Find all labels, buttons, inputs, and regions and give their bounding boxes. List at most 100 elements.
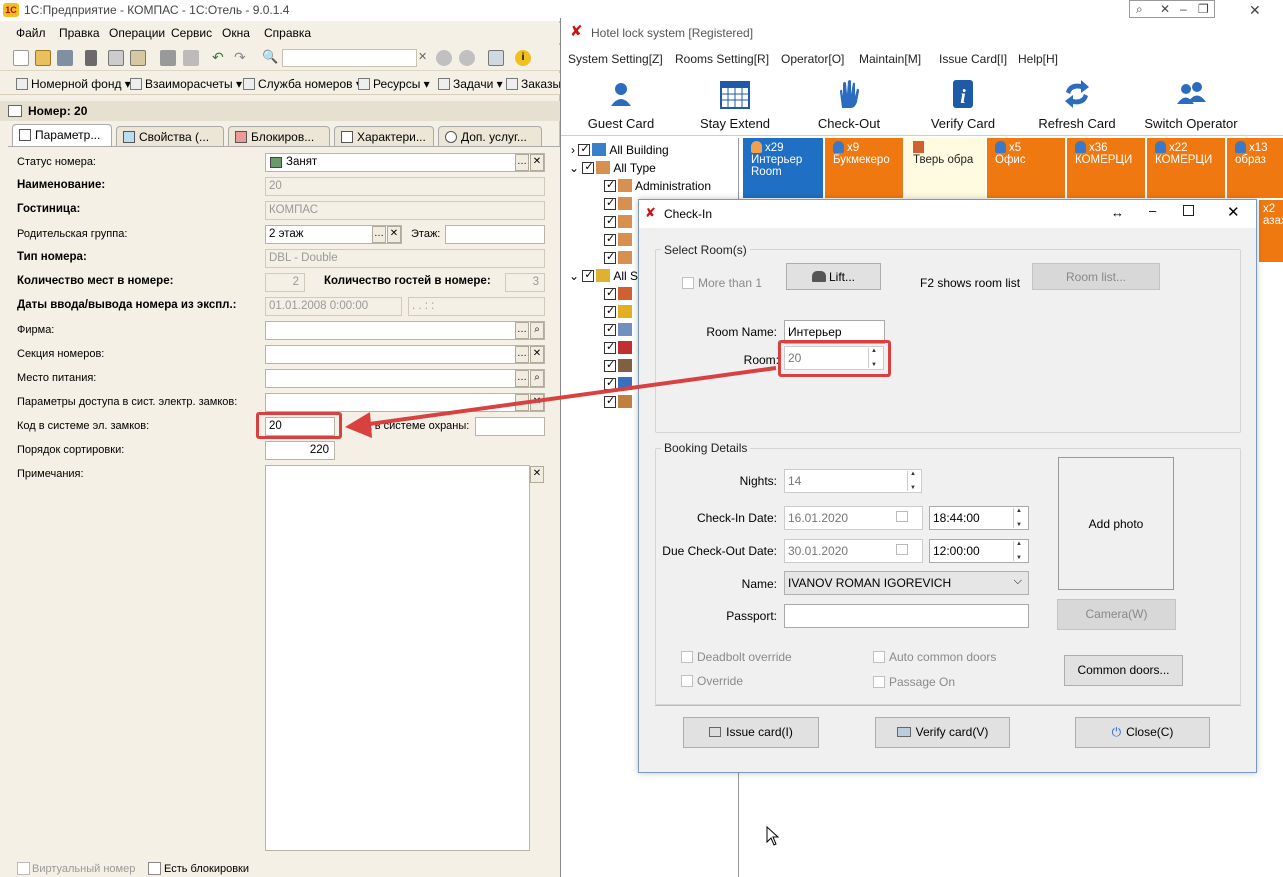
room-tile[interactable]: Тверь обра (905, 138, 985, 198)
date-to-field[interactable]: . . : : (408, 297, 545, 316)
toolbar-search-input[interactable] (282, 49, 417, 67)
add-photo-box[interactable]: Add photo (1058, 457, 1174, 590)
beds-field[interactable]: 2 (265, 273, 305, 292)
tree-status-item[interactable] (604, 304, 635, 319)
guest-name-select[interactable]: IVANOV ROMAN IGOREVICH ⌵ (784, 571, 1029, 595)
print-icon[interactable] (160, 50, 176, 66)
menu-help[interactable]: Help[H] (1018, 52, 1058, 66)
tree-type-item[interactable] (604, 250, 635, 265)
tab-parameters[interactable]: Параметр... (12, 124, 112, 146)
tree-status-item[interactable] (604, 358, 635, 373)
camera-button[interactable]: Camera(W) (1057, 599, 1176, 630)
has-blocks-checkbox[interactable] (148, 862, 161, 875)
checkbox-all-building[interactable] (578, 142, 591, 156)
minimize-icon[interactable]: – (1149, 203, 1156, 218)
parent-select-button[interactable]: … (372, 226, 386, 243)
meal-field[interactable] (265, 369, 545, 388)
tab-characteristics[interactable]: Характери... (334, 126, 434, 146)
tree-status-item[interactable] (604, 286, 635, 301)
menu-file[interactable]: Файл (16, 26, 46, 40)
find-next-icon[interactable] (436, 50, 452, 66)
nights-field[interactable]: 14 (784, 469, 922, 493)
tree-type-item[interactable] (604, 232, 635, 247)
hotel-lock-close-icon[interactable]: ✕ (1249, 2, 1261, 19)
name-field[interactable]: 20 (265, 177, 545, 196)
floor-field[interactable] (445, 225, 545, 244)
tab-properties[interactable]: Свойства (... (116, 126, 224, 146)
tb-resources[interactable]: Ресурсы ▾ (358, 77, 430, 91)
meal-search-button[interactable]: ⌕ (530, 370, 544, 387)
status-clear-button[interactable]: ✕ (530, 154, 544, 171)
notes-textarea[interactable] (265, 465, 530, 851)
access-select-button[interactable]: … (515, 394, 529, 411)
menu-operator[interactable]: Operator[O] (781, 52, 844, 66)
save-icon[interactable] (57, 50, 73, 66)
check-out-button[interactable]: Check-Out (809, 76, 889, 131)
section-clear-button[interactable]: ✕ (530, 346, 544, 363)
copy-icon[interactable] (108, 50, 124, 66)
sort-order-field[interactable]: 220 (265, 441, 335, 460)
date-from-field[interactable]: 01.01.2008 0:00:00 (265, 297, 402, 316)
undo-icon[interactable]: ↶ (212, 50, 228, 66)
common-doors-button[interactable]: Common doors... (1064, 655, 1183, 686)
windows-icon[interactable] (488, 50, 504, 66)
status-field[interactable]: Занят (265, 153, 545, 172)
menu-maintain[interactable]: Maintain[M] (859, 52, 921, 66)
section-field[interactable] (265, 345, 545, 364)
room-list-button[interactable]: Room list... (1032, 263, 1160, 290)
tree-all-type[interactable]: ⌄ All Type (569, 160, 656, 175)
access-field[interactable] (265, 393, 545, 412)
tab-extra-services[interactable]: Доп. услуг... (438, 126, 542, 146)
switch-operator-button[interactable]: Switch Operator (1143, 76, 1239, 131)
tree-administration[interactable]: Administration (604, 178, 711, 193)
status-select-button[interactable]: … (515, 154, 529, 171)
room-type-field[interactable]: DBL - Double (265, 249, 545, 268)
search-icon[interactable]: ⌕ (1136, 2, 1143, 17)
checkin-time-spinner[interactable] (1013, 508, 1025, 528)
room-tile[interactable]: x13 образ (1227, 138, 1283, 198)
find-prev-icon[interactable] (459, 50, 475, 66)
tree-status-item[interactable] (604, 340, 635, 355)
menu-help[interactable]: Справка (264, 26, 311, 40)
room-tile[interactable]: x29 Интерьер Room (743, 138, 823, 198)
stay-extend-button[interactable]: Stay Extend (693, 76, 777, 131)
checkout-time-spinner[interactable] (1013, 541, 1025, 561)
room-tile[interactable]: x9 Букмекеро (825, 138, 903, 198)
menu-operations[interactable]: Операции (109, 26, 165, 40)
more-than-one-checkbox[interactable]: More than 1 (682, 276, 762, 290)
guest-card-button[interactable]: Guest Card (581, 76, 661, 131)
resize-icon[interactable]: ↔ (1111, 205, 1124, 220)
lift-button[interactable]: Lift... (786, 263, 881, 290)
tab-blocks[interactable]: Блокиров... (228, 126, 330, 146)
menu-issue-card[interactable]: Issue Card[I] (939, 52, 1007, 66)
tree-type-item[interactable] (604, 214, 635, 229)
cut-icon[interactable] (85, 50, 97, 66)
verify-card-button[interactable]: i Verify Card (923, 76, 1003, 131)
room-tile[interactable]: x2азах (1259, 200, 1283, 262)
calendar-icon[interactable] (896, 544, 908, 555)
notes-clear-button[interactable]: ✕ (530, 466, 544, 483)
tb-tasks[interactable]: Задачи ▾ (438, 77, 503, 91)
close-icon[interactable]: ✕ (1227, 203, 1240, 221)
tb-settlements[interactable]: Взаиморасчеты ▾ (130, 77, 242, 91)
access-clear-button[interactable]: ✕ (530, 394, 544, 411)
tree-status-item[interactable] (604, 394, 635, 409)
virtual-room-checkbox[interactable] (17, 862, 30, 875)
hotel-field[interactable]: КОМПАС (265, 201, 545, 220)
paste-icon[interactable] (130, 50, 146, 66)
search-icon[interactable]: 🔍 (262, 50, 278, 66)
restore-icon[interactable]: ❐ (1198, 2, 1209, 16)
new-icon[interactable] (13, 50, 29, 66)
close-icon[interactable]: ✕ (1160, 2, 1170, 16)
checkbox-all-type[interactable] (582, 160, 595, 174)
menu-edit[interactable]: Правка (59, 26, 100, 40)
firm-field[interactable] (265, 321, 545, 340)
redo-icon[interactable]: ↷ (234, 50, 250, 66)
tree-all-s[interactable]: ⌄ All S (569, 268, 638, 283)
tree-status-item[interactable] (604, 322, 635, 337)
menu-windows[interactable]: Окна (222, 26, 250, 40)
room-tile[interactable]: x36 КОМЕРЦИ (1067, 138, 1145, 198)
security-code-field[interactable] (475, 417, 545, 436)
tb-room-fund[interactable]: Номерной фонд ▾ (16, 77, 131, 91)
calendar-icon[interactable] (896, 511, 908, 522)
